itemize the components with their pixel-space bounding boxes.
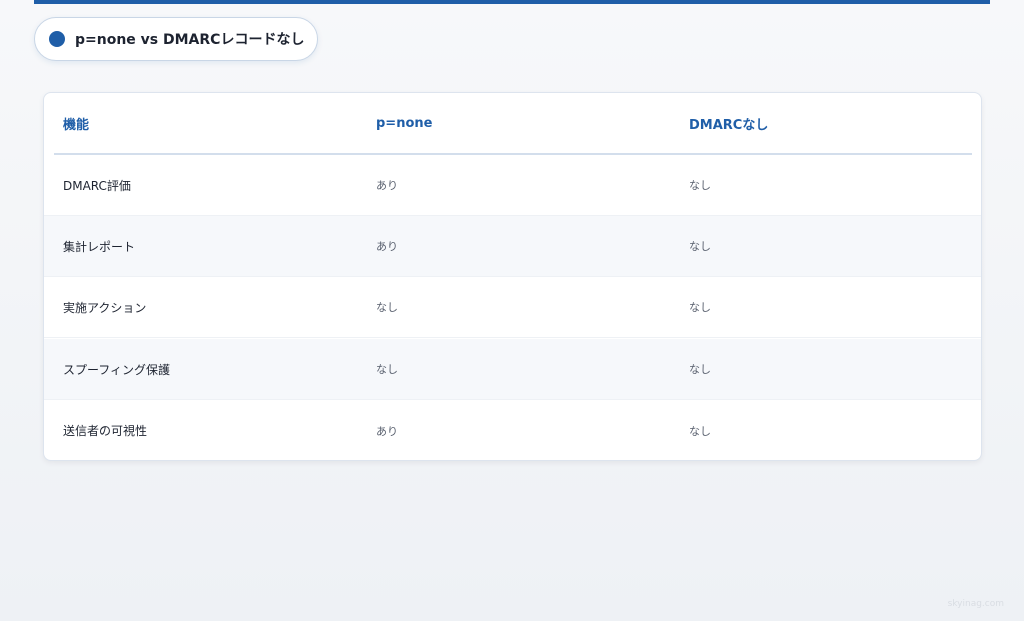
comparison-table: 機能 p=none DMARCなし DMARC評価 あり なし 集計レポート あ… [43, 92, 982, 461]
table-header-row: 機能 p=none DMARCなし [44, 93, 981, 154]
header-no-dmarc: DMARCなし [689, 118, 769, 133]
cell-feature: DMARC評価 [63, 178, 131, 193]
table-row: DMARC評価 あり なし [44, 155, 981, 216]
cell-feature: スプーフィング保護 [63, 362, 171, 377]
cell-no-dmarc: なし [689, 301, 711, 314]
cell-feature: 送信者の可視性 [63, 424, 148, 438]
table-row: 送信者の可視性 あり なし [44, 400, 981, 460]
title-badge: p=none vs DMARCレコードなし [34, 17, 318, 61]
cell-no-dmarc: なし [689, 240, 711, 253]
watermark: skyinag.com [947, 599, 1004, 609]
cell-p-none: あり [376, 240, 398, 253]
header-feature: 機能 [63, 118, 90, 133]
cell-no-dmarc: なし [689, 424, 711, 438]
table-row: 実施アクション なし なし [44, 277, 981, 338]
cell-feature: 集計レポート [63, 239, 136, 254]
cell-no-dmarc: なし [689, 363, 711, 376]
table-row: 集計レポート あり なし [44, 216, 981, 277]
cell-feature: 実施アクション [63, 300, 147, 315]
header-p-none: p=none [376, 116, 433, 131]
page-title: p=none vs DMARCレコードなし [75, 32, 305, 48]
cell-p-none: なし [376, 301, 398, 314]
table-row: スプーフィング保護 なし なし [44, 339, 981, 400]
cell-p-none: あり [376, 179, 398, 192]
cell-p-none: あり [376, 424, 398, 438]
bullet-dot-icon [49, 31, 65, 47]
cell-no-dmarc: なし [689, 179, 711, 192]
cell-p-none: なし [376, 363, 398, 376]
top-accent-bar [34, 0, 990, 4]
